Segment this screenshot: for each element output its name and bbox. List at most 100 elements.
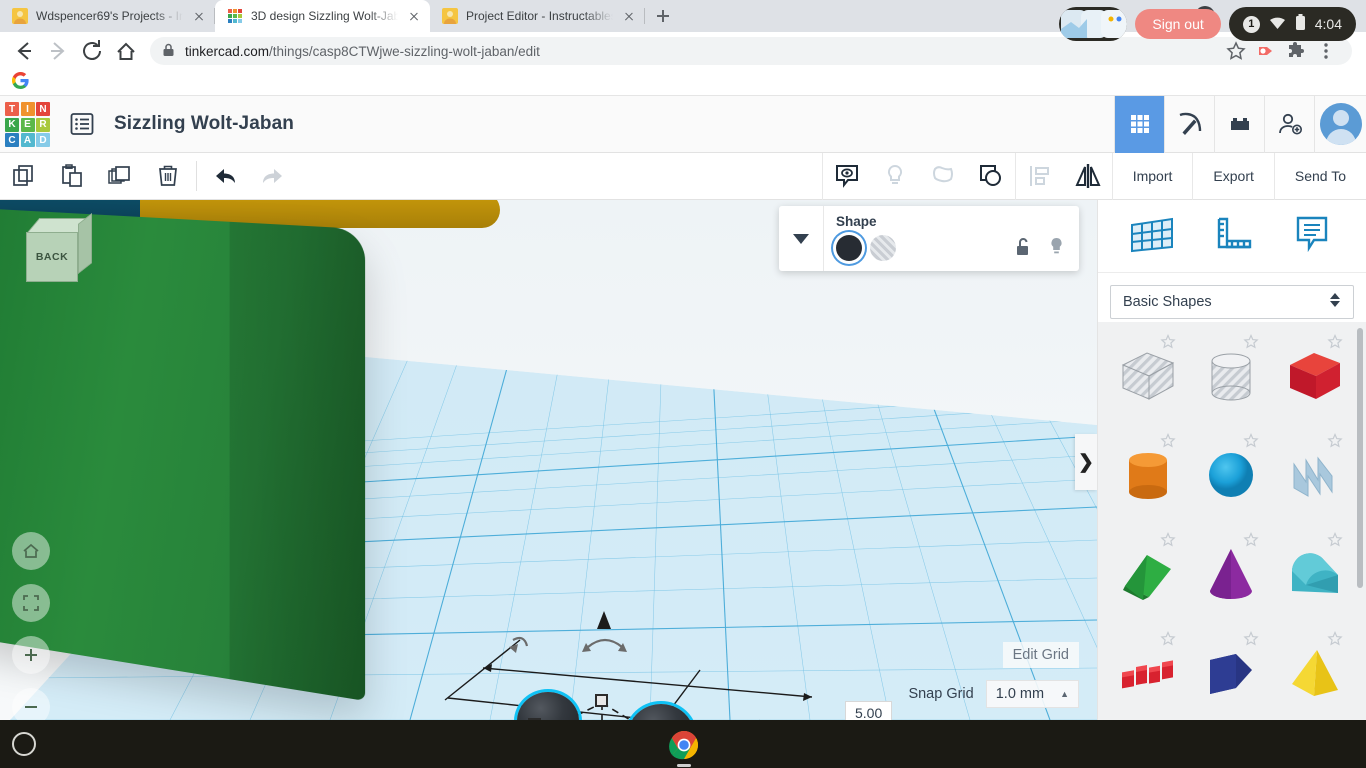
media-cast-icon[interactable] bbox=[1252, 37, 1280, 65]
red-box-shape[interactable] bbox=[1273, 326, 1357, 425]
ruler-icon[interactable] bbox=[1206, 211, 1258, 262]
battery-icon bbox=[1295, 14, 1306, 34]
favorite-star-icon[interactable] bbox=[1243, 334, 1259, 350]
logo-tile: A bbox=[20, 133, 35, 147]
resize-handle-top[interactable] bbox=[595, 694, 608, 707]
tab-title: Wdspencer69's Projects - Instruc bbox=[36, 9, 183, 23]
pickaxe-icon[interactable] bbox=[1164, 96, 1214, 153]
tinkercad-app: T I N K E R C A D Sizzling Wolt-Jaban Im… bbox=[0, 96, 1366, 720]
export-button[interactable]: Export bbox=[1192, 152, 1273, 200]
instructables-icon bbox=[12, 8, 28, 24]
chrome-icon[interactable] bbox=[669, 730, 699, 760]
import-button[interactable]: Import bbox=[1111, 152, 1193, 200]
logo-tile: D bbox=[36, 133, 50, 147]
favorite-star-icon[interactable] bbox=[1243, 532, 1259, 548]
project-list-icon[interactable] bbox=[68, 110, 96, 138]
favorite-star-icon[interactable] bbox=[1160, 631, 1176, 647]
snap-grid-value: 1.0 mm bbox=[995, 686, 1045, 702]
launcher-icon[interactable] bbox=[12, 732, 36, 756]
copy-icon[interactable] bbox=[0, 153, 48, 199]
close-icon[interactable] bbox=[621, 8, 637, 24]
lightbulb-icon bbox=[871, 153, 919, 199]
new-tab-button[interactable] bbox=[649, 2, 677, 30]
logo-tile: N bbox=[36, 102, 50, 116]
red-text-shape[interactable] bbox=[1106, 623, 1190, 720]
collapse-triangle-icon[interactable] bbox=[779, 233, 823, 245]
favorite-star-icon[interactable] bbox=[1327, 433, 1343, 449]
browser-window: Wdspencer69's Projects - Instruc 3D desi… bbox=[0, 0, 1366, 720]
blue-sphere-shape[interactable] bbox=[1190, 425, 1274, 524]
snap-grid-select[interactable]: 1.0 mm ▲ bbox=[985, 680, 1079, 708]
window-previews[interactable] bbox=[1059, 7, 1128, 41]
forward-arrow-icon[interactable] bbox=[42, 35, 74, 67]
three-dot-menu-icon[interactable] bbox=[1312, 37, 1340, 65]
close-icon[interactable] bbox=[406, 8, 422, 24]
favorite-star-icon[interactable] bbox=[1327, 334, 1343, 350]
favorite-star-icon[interactable] bbox=[1327, 532, 1343, 548]
system-tray[interactable]: 1 4:04 bbox=[1228, 7, 1356, 41]
browser-tab-3[interactable]: Project Editor - Instructables bbox=[430, 0, 645, 32]
favorite-star-icon[interactable] bbox=[1160, 334, 1176, 350]
comment-icon[interactable] bbox=[823, 153, 871, 199]
hole-box-shape[interactable] bbox=[1106, 326, 1190, 425]
address-bar[interactable]: tinkercad.com/things/casp8CTWjwe-sizzlin… bbox=[150, 37, 1352, 65]
snap-grid-label: Snap Grid bbox=[908, 686, 974, 702]
favorite-star-icon[interactable] bbox=[1327, 631, 1343, 647]
redo-icon[interactable] bbox=[249, 153, 297, 199]
note-icon[interactable] bbox=[1286, 211, 1338, 262]
width-dimension-label[interactable]: 5.00 bbox=[845, 701, 893, 720]
shape-gallery-scrollbar[interactable] bbox=[1357, 328, 1363, 588]
scribble-shape[interactable] bbox=[1273, 425, 1357, 524]
lightbulb-icon[interactable] bbox=[1048, 236, 1065, 261]
teal-tube-shape[interactable] bbox=[1273, 524, 1357, 623]
blue-polygon-shape[interactable] bbox=[1190, 623, 1274, 720]
solid-swatch[interactable] bbox=[836, 235, 862, 261]
send-to-button[interactable]: Send To bbox=[1273, 152, 1366, 200]
sign-out-button[interactable]: Sign out bbox=[1135, 9, 1221, 39]
delete-icon[interactable] bbox=[144, 153, 192, 199]
undo-icon[interactable] bbox=[201, 153, 249, 199]
yellow-pyramid-shape[interactable] bbox=[1273, 623, 1357, 720]
favorite-star-icon[interactable] bbox=[1243, 433, 1259, 449]
purple-cone-shape[interactable] bbox=[1190, 524, 1274, 623]
google-g-icon[interactable] bbox=[11, 71, 29, 94]
hole-swatch[interactable] bbox=[870, 235, 896, 261]
tinkercad-logo[interactable]: T I N K E R C A D bbox=[4, 101, 50, 147]
lego-brick-icon[interactable] bbox=[1214, 96, 1264, 153]
favorite-star-icon[interactable] bbox=[1160, 532, 1176, 548]
page-title: Sizzling Wolt-Jaban bbox=[114, 113, 294, 134]
instructables-icon bbox=[442, 8, 458, 24]
panel-collapse-chevron-icon[interactable]: ❯ bbox=[1075, 434, 1097, 490]
unlock-icon[interactable] bbox=[1015, 237, 1032, 261]
url-text: tinkercad.com/things/casp8CTWjwe-sizzlin… bbox=[185, 44, 540, 59]
browser-tab-2[interactable]: 3D design Sizzling Wolt-Jaban | bbox=[215, 0, 430, 32]
bookmark-star-icon[interactable] bbox=[1222, 37, 1250, 65]
3d-workplane-canvas[interactable]: BACK 5.00 Edit Grid Snap Grid 1.0 mm ▲ ❯ bbox=[0, 200, 1097, 720]
close-icon[interactable] bbox=[191, 8, 207, 24]
logo-tile: T bbox=[5, 102, 19, 116]
gallery-grid-icon[interactable] bbox=[1114, 96, 1164, 153]
mirror-icon[interactable] bbox=[1064, 153, 1112, 199]
workplane-icon[interactable] bbox=[1126, 211, 1178, 262]
duplicate-icon[interactable] bbox=[96, 153, 144, 199]
shape-category-value: Basic Shapes bbox=[1123, 294, 1212, 310]
back-arrow-icon[interactable] bbox=[8, 35, 40, 67]
tab-title: 3D design Sizzling Wolt-Jaban | bbox=[251, 9, 398, 23]
edit-grid-button[interactable]: Edit Grid bbox=[1002, 642, 1079, 668]
invite-person-icon[interactable] bbox=[1264, 96, 1314, 153]
reload-icon[interactable] bbox=[76, 35, 108, 67]
hole-cylinder-shape[interactable] bbox=[1190, 326, 1274, 425]
shape-category-select[interactable]: Basic Shapes bbox=[1110, 285, 1354, 319]
logo-tile: I bbox=[20, 102, 35, 116]
puzzle-icon[interactable] bbox=[1282, 37, 1310, 65]
clock-time: 4:04 bbox=[1314, 16, 1342, 32]
favorite-star-icon[interactable] bbox=[1243, 631, 1259, 647]
browser-tab-1[interactable]: Wdspencer69's Projects - Instruc bbox=[0, 0, 215, 32]
paste-icon[interactable] bbox=[48, 153, 96, 199]
orange-cylinder-shape[interactable] bbox=[1106, 425, 1190, 524]
avatar[interactable] bbox=[1314, 96, 1366, 153]
green-roof-shape[interactable] bbox=[1106, 524, 1190, 623]
home-icon[interactable] bbox=[110, 35, 142, 67]
group-icon[interactable] bbox=[967, 153, 1015, 199]
favorite-star-icon[interactable] bbox=[1160, 433, 1176, 449]
